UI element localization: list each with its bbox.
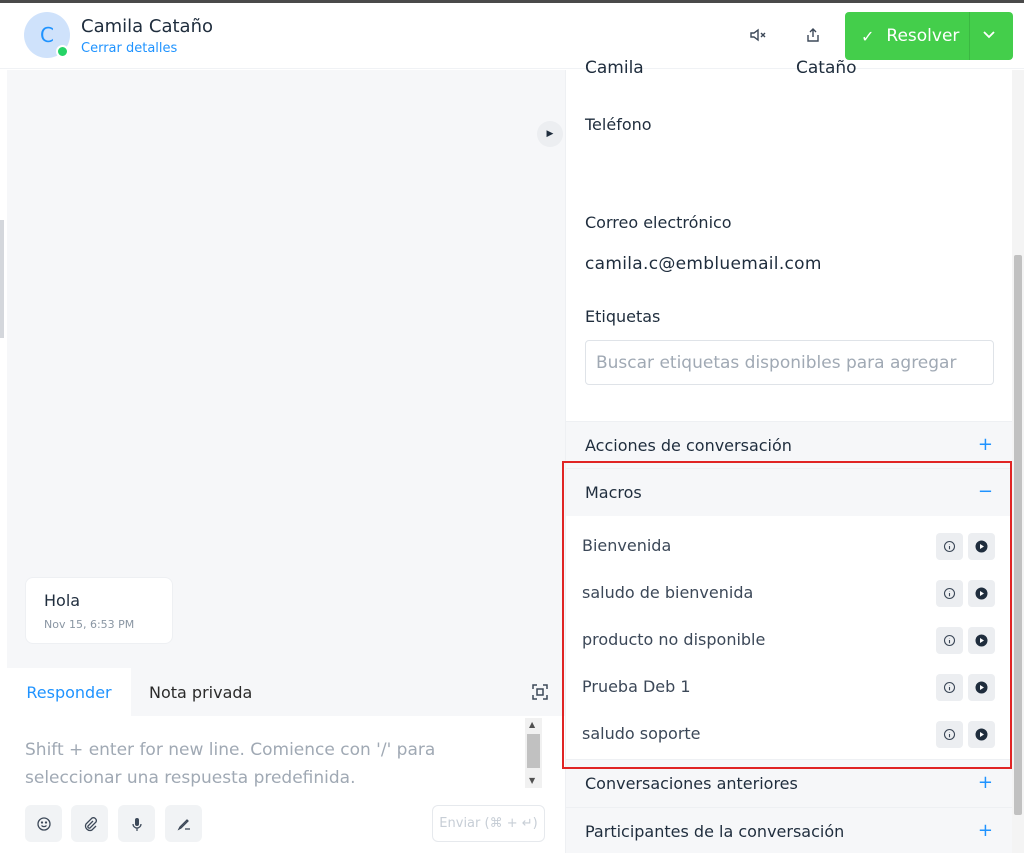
play-icon[interactable]: [968, 533, 995, 560]
avatar-initial: C: [40, 23, 54, 47]
play-icon[interactable]: [968, 674, 995, 701]
speaker-mute-icon[interactable]: [745, 22, 771, 48]
play-icon[interactable]: [968, 721, 995, 748]
details-scrollbar[interactable]: [1012, 70, 1024, 853]
attach-button[interactable]: [71, 805, 108, 842]
section-title: Conversaciones anteriores: [585, 774, 798, 793]
tab-private-note[interactable]: Nota privada: [149, 668, 252, 716]
scroll-up-icon[interactable]: ▲: [529, 720, 535, 729]
macro-name: producto no disponible: [582, 629, 766, 649]
plus-icon[interactable]: +: [978, 772, 993, 793]
macro-name: Prueba Deb 1: [582, 676, 691, 696]
macro-item[interactable]: saludo de bienvenida: [566, 569, 1013, 615]
section-conversation-actions[interactable]: Acciones de conversación +: [566, 421, 1013, 469]
phone-label: Teléfono: [585, 115, 652, 134]
scroll-thumb[interactable]: [527, 734, 540, 768]
signature-button[interactable]: [165, 805, 202, 842]
details-scroll-thumb[interactable]: [1014, 255, 1022, 815]
minus-icon[interactable]: −: [978, 481, 993, 502]
info-icon[interactable]: [936, 721, 963, 748]
conversation-header: C Camila Cataño Cerrar detalles ✓ Resolv…: [0, 3, 1024, 69]
caret-right-icon: ▶: [546, 129, 554, 139]
play-icon[interactable]: [968, 627, 995, 654]
signature-icon: [177, 818, 190, 830]
first-name-value: Camila: [585, 58, 644, 78]
macro-name: saludo de bienvenida: [582, 582, 754, 602]
section-macros[interactable]: Macros −: [566, 468, 1013, 516]
info-icon[interactable]: [936, 533, 963, 560]
paperclip-icon: [84, 816, 97, 831]
section-participants[interactable]: Participantes de la conversación +: [566, 807, 1013, 853]
message-bubble: Hola Nov 15, 6:53 PM: [25, 577, 173, 644]
email-value[interactable]: camila.c@embluemail.com: [585, 254, 822, 274]
section-title: Macros: [585, 483, 642, 502]
macro-name: saludo soporte: [582, 723, 701, 743]
info-icon[interactable]: [936, 674, 963, 701]
sidebar-strip: [0, 70, 7, 853]
info-icon[interactable]: [936, 580, 963, 607]
message-timestamp: Nov 15, 6:53 PM: [44, 618, 135, 631]
macro-item[interactable]: saludo soporte: [566, 710, 1013, 756]
macro-item[interactable]: producto no disponible: [566, 616, 1013, 662]
plus-icon[interactable]: +: [978, 434, 993, 455]
whatsapp-icon: [56, 45, 69, 58]
emoji-icon: [36, 816, 51, 831]
reply-input[interactable]: Shift + enter for new line. Comience con…: [25, 736, 495, 792]
tags-label: Etiquetas: [585, 307, 661, 326]
contact-details-panel: Camila Cataño Teléfono Correo electrónic…: [565, 58, 1013, 853]
info-icon[interactable]: [936, 627, 963, 654]
resolve-button[interactable]: ✓ Resolver: [845, 12, 1013, 60]
tags-search-input[interactable]: Buscar etiquetas disponibles para agrega…: [585, 340, 994, 385]
emoji-button[interactable]: [25, 805, 62, 842]
resolve-separator: [969, 12, 970, 60]
send-button[interactable]: Enviar (⌘ + ↵): [432, 805, 545, 842]
share-icon[interactable]: [800, 22, 826, 48]
last-name-value: Cataño: [796, 58, 857, 78]
reply-tabs: Responder Nota privada: [7, 668, 565, 716]
contact-name: Camila Cataño: [81, 16, 213, 37]
scroll-down-icon[interactable]: ▼: [529, 776, 535, 785]
macro-item[interactable]: Prueba Deb 1: [566, 663, 1013, 709]
toggle-panel-button[interactable]: ▶: [537, 121, 563, 147]
reply-scrollbar[interactable]: ▲ ▼: [525, 718, 542, 788]
tab-reply[interactable]: Responder: [7, 668, 131, 716]
sidebar-scrollbar[interactable]: [0, 220, 4, 338]
microphone-icon: [131, 817, 142, 831]
plus-icon[interactable]: +: [978, 820, 993, 841]
check-icon: ✓: [861, 26, 875, 46]
play-icon[interactable]: [968, 580, 995, 607]
email-label: Correo electrónico: [585, 213, 732, 232]
macro-item[interactable]: Bienvenida: [566, 522, 1013, 568]
section-title: Acciones de conversación: [585, 436, 792, 455]
section-previous-conversations[interactable]: Conversaciones anteriores +: [566, 759, 1013, 807]
close-details-link[interactable]: Cerrar detalles: [81, 41, 177, 56]
expand-icon[interactable]: [530, 682, 550, 702]
record-audio-button[interactable]: [118, 805, 155, 842]
message-text: Hola: [44, 591, 81, 610]
macro-name: Bienvenida: [582, 535, 672, 555]
resolve-label: Resolver: [886, 26, 960, 46]
section-title: Participantes de la conversación: [585, 822, 845, 841]
chevron-down-icon[interactable]: [981, 26, 997, 46]
reply-box: Responder Nota privada Shift + enter for…: [7, 668, 565, 853]
